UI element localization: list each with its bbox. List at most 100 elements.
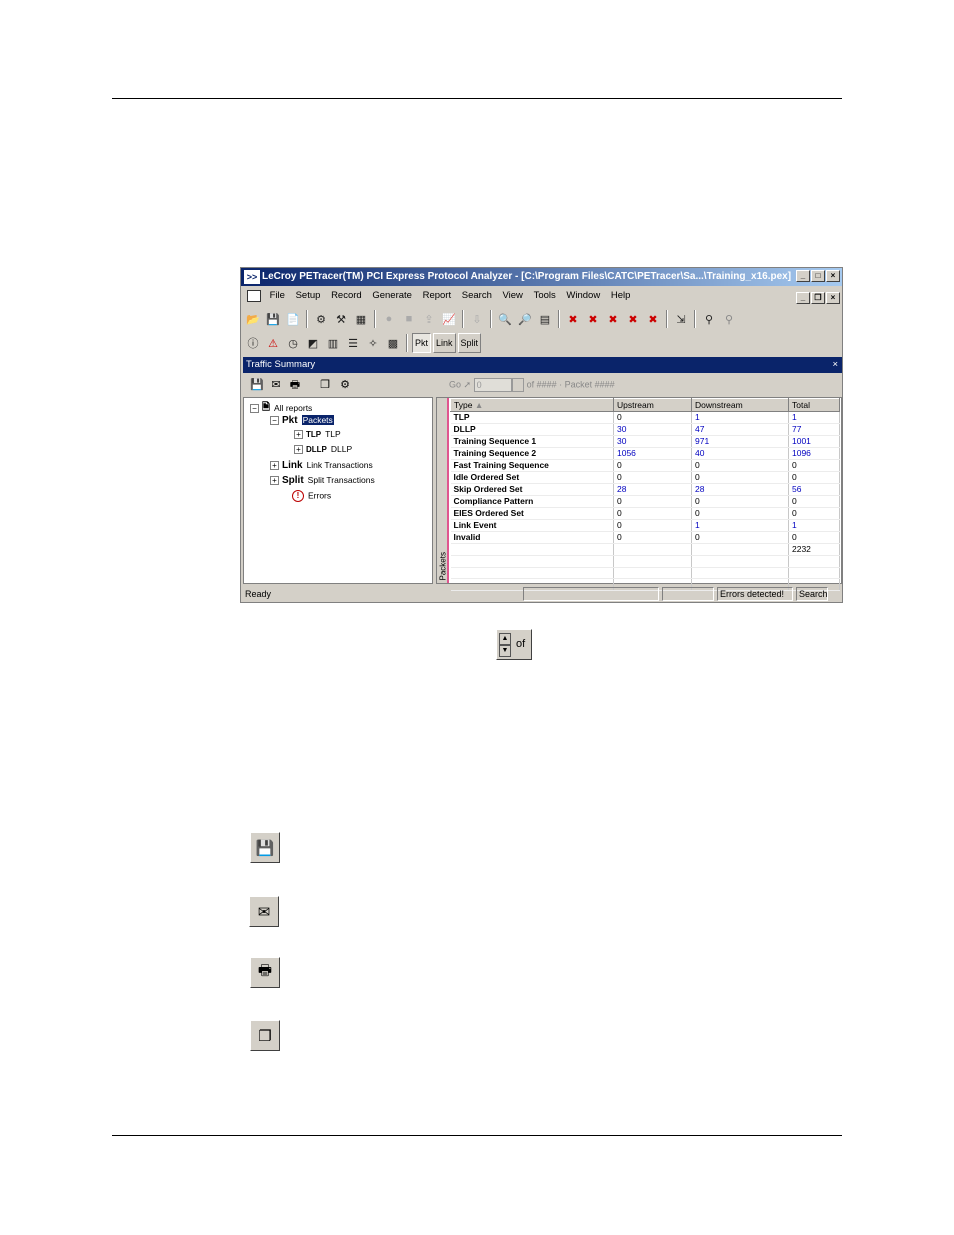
expand-icon[interactable]: + bbox=[270, 461, 279, 471]
status-cell bbox=[523, 587, 659, 601]
hide-idle-icon[interactable]: ✖ bbox=[644, 310, 662, 328]
panel-close-icon[interactable]: × bbox=[832, 357, 838, 373]
copy-icon[interactable]: ❐ bbox=[317, 377, 333, 393]
menu-file[interactable]: File bbox=[266, 288, 289, 304]
menu-report[interactable]: Report bbox=[419, 288, 456, 304]
zoom-out-icon[interactable]: 🔎 bbox=[516, 310, 534, 328]
file-info-icon[interactable]: ⓘ bbox=[244, 334, 262, 352]
table-row[interactable]: Skip Ordered Set 28 28 56 bbox=[450, 483, 840, 496]
upload-icon[interactable]: ⇪ bbox=[420, 310, 438, 328]
table-row[interactable]: Compliance Pattern 0 0 0 bbox=[450, 495, 840, 508]
pkt-icon: Pkt bbox=[282, 415, 298, 427]
dllp-icon: DLLP bbox=[306, 445, 327, 455]
hide-ts1-icon[interactable]: ✖ bbox=[604, 310, 622, 328]
generate-icon[interactable]: ⇩ bbox=[468, 310, 486, 328]
expand-icon[interactable]: + bbox=[270, 476, 279, 486]
find-next-icon[interactable]: ⚲ bbox=[720, 310, 738, 328]
tlp-icon: TLP bbox=[306, 430, 322, 440]
find-icon[interactable]: ⚲ bbox=[700, 310, 718, 328]
email-icon[interactable]: ✉ bbox=[268, 377, 284, 393]
footer-rule bbox=[112, 1135, 842, 1136]
report-tree: − 🗎 All reports − Pkt Packets + TLP TLP + DLLP D… bbox=[243, 397, 433, 584]
col-upstream[interactable]: Upstream bbox=[613, 398, 692, 412]
save-icon[interactable]: 💾 bbox=[264, 310, 282, 328]
tree-link-label: Link Transactions bbox=[306, 460, 373, 470]
hide-icon[interactable]: ✖ bbox=[564, 310, 582, 328]
table-row[interactable]: Training Sequence 1 30 971 1001 bbox=[450, 435, 840, 448]
table-row[interactable]: DLLP 30 47 77 bbox=[450, 423, 840, 436]
tree-packets[interactable]: − Pkt Packets bbox=[270, 415, 334, 426]
col-downstream[interactable]: Downstream bbox=[691, 398, 789, 412]
zoom-in-icon[interactable]: 🔍 bbox=[496, 310, 514, 328]
minimize-button[interactable]: _ bbox=[796, 270, 810, 282]
table-row bbox=[450, 567, 840, 580]
tree-dllp[interactable]: + DLLP DLLP bbox=[294, 444, 353, 455]
split-view-button[interactable]: Split bbox=[457, 333, 482, 353]
menu-help[interactable]: Help bbox=[607, 288, 635, 304]
col-type[interactable]: Type ▲ bbox=[450, 398, 614, 412]
save-icon[interactable]: 💾 bbox=[249, 377, 265, 393]
table-row[interactable]: Link Event 0 1 1 bbox=[450, 519, 840, 532]
maximize-button[interactable]: □ bbox=[811, 270, 825, 282]
error-summary-icon[interactable]: ⚠ bbox=[264, 334, 282, 352]
mdi-close-button[interactable]: × bbox=[826, 292, 840, 304]
data-flow-icon[interactable]: ☰ bbox=[344, 334, 362, 352]
table-row[interactable]: Training Sequence 2 1056 40 1096 bbox=[450, 447, 840, 460]
table-row[interactable]: EIES Ordered Set 0 0 0 bbox=[450, 507, 840, 520]
table-row[interactable]: Idle Ordered Set 0 0 0 bbox=[450, 471, 840, 484]
bus-utilization-icon[interactable]: ▥ bbox=[324, 334, 342, 352]
collapse-icon[interactable]: − bbox=[270, 416, 279, 426]
traffic-summary-icon[interactable]: ◩ bbox=[304, 334, 322, 352]
hide-ts2-icon[interactable]: ✖ bbox=[624, 310, 642, 328]
menu-tools[interactable]: Tools bbox=[530, 288, 560, 304]
expand-icon[interactable]: + bbox=[294, 445, 303, 455]
close-button[interactable]: × bbox=[826, 270, 840, 282]
status-bar: Ready Errors detected! Search bbox=[241, 586, 842, 602]
table-row[interactable]: TLP 0 1 1 bbox=[450, 411, 840, 424]
document-menu-icon[interactable] bbox=[247, 290, 261, 302]
collapse-icon[interactable]: − bbox=[250, 404, 259, 413]
link-tracker-icon[interactable]: ✧ bbox=[364, 334, 382, 352]
go-spinner-illustration: ▲ ▼ of bbox=[496, 629, 532, 660]
go-control: Go ➚ 0 of #### · Packet #### bbox=[449, 378, 615, 392]
tree-dllp-label: DLLP bbox=[330, 444, 353, 454]
mdi-restore-button[interactable]: ❐ bbox=[811, 292, 825, 304]
go-to-icon[interactable]: ⇲ bbox=[672, 310, 690, 328]
mdi-minimize-button[interactable]: _ bbox=[796, 292, 810, 304]
menu-setup[interactable]: Setup bbox=[292, 288, 325, 304]
packets-tab[interactable]: Packets bbox=[437, 398, 449, 583]
pkt-view-button[interactable]: Pkt bbox=[412, 333, 432, 353]
setup-icon[interactable]: ⚙ bbox=[312, 310, 330, 328]
tree-link[interactable]: + Link Link Transactions bbox=[270, 460, 373, 471]
menu-generate[interactable]: Generate bbox=[368, 288, 416, 304]
menu-view[interactable]: View bbox=[499, 288, 527, 304]
open-icon[interactable]: 📂 bbox=[244, 310, 262, 328]
lanes-icon[interactable]: ▩ bbox=[384, 334, 402, 352]
document-icon[interactable]: 📄 bbox=[284, 310, 302, 328]
menu-window[interactable]: Window bbox=[562, 288, 604, 304]
go-arrow-icon[interactable]: ➚ bbox=[464, 379, 472, 389]
link-view-button[interactable]: Link bbox=[433, 333, 456, 353]
tree-tlp[interactable]: + TLP TLP bbox=[294, 429, 341, 440]
go-input[interactable]: 0 bbox=[473, 378, 512, 392]
col-total[interactable]: Total bbox=[788, 398, 840, 412]
print-icon[interactable]: 🖶 bbox=[287, 377, 303, 393]
record-icon[interactable]: ● bbox=[380, 310, 398, 328]
expand-icon[interactable]: + bbox=[294, 430, 303, 440]
table-row[interactable]: Fast Training Sequence 0 0 0 bbox=[450, 459, 840, 472]
save-icon: 💾 bbox=[250, 832, 280, 863]
settings-icon[interactable]: ⚙ bbox=[337, 377, 353, 393]
tree-split[interactable]: + Split Split Transactions bbox=[270, 475, 375, 486]
go-spinner[interactable] bbox=[511, 378, 524, 392]
real-time-icon[interactable]: 📈 bbox=[440, 310, 458, 328]
menu-record[interactable]: Record bbox=[327, 288, 366, 304]
menu-search[interactable]: Search bbox=[458, 288, 496, 304]
recording-options-icon[interactable]: ⚒ bbox=[332, 310, 350, 328]
display-options-icon[interactable]: ▦ bbox=[352, 310, 370, 328]
timing-icon[interactable]: ◷ bbox=[284, 334, 302, 352]
stop-icon[interactable]: ■ bbox=[400, 310, 418, 328]
wrap-icon[interactable]: ▤ bbox=[536, 310, 554, 328]
filter-icon[interactable]: ✖ bbox=[584, 310, 602, 328]
table-row[interactable]: Invalid 0 0 0 bbox=[450, 531, 840, 544]
tree-errors[interactable]: ! Errors bbox=[292, 490, 331, 502]
